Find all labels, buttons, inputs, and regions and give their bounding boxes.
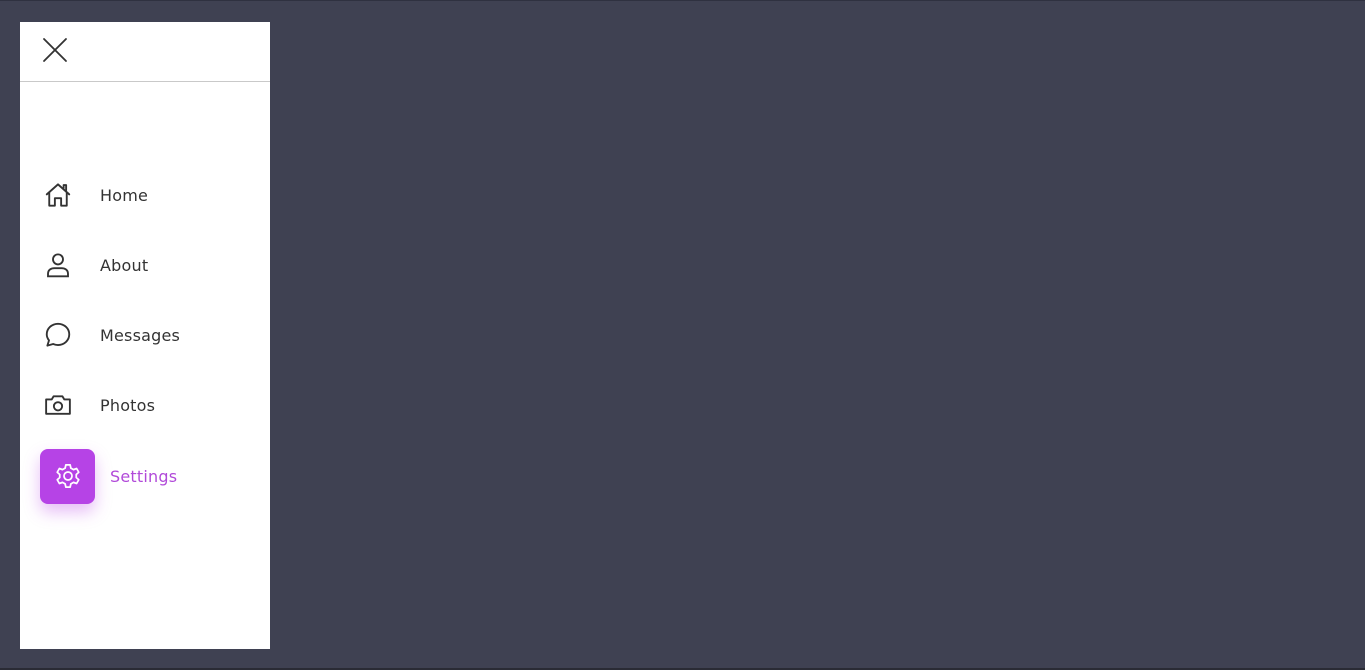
sidebar-item-label: Home	[100, 185, 149, 205]
sidebar-item-label: About	[100, 255, 149, 275]
close-button[interactable]	[40, 37, 70, 67]
sidebar-item-home[interactable]: Home	[40, 167, 250, 223]
user-icon	[40, 247, 76, 283]
page: Home About Messages Photos Settings	[0, 0, 1365, 670]
chat-icon	[40, 317, 76, 353]
sidebar-item-label: Messages	[100, 325, 181, 345]
camera-icon	[40, 387, 76, 423]
sidebar: Home About Messages Photos Settings	[20, 22, 270, 649]
home-icon	[40, 177, 76, 213]
gear-icon	[53, 461, 83, 491]
sidebar-item-photos[interactable]: Photos	[40, 377, 250, 433]
sidebar-item-messages[interactable]: Messages	[40, 307, 250, 363]
sidebar-item-label: Settings	[110, 466, 178, 486]
sidebar-item-about[interactable]: About	[40, 237, 250, 293]
close-icon	[42, 37, 68, 67]
sidebar-item-settings[interactable]: Settings	[40, 448, 250, 504]
sidebar-item-label: Photos	[100, 395, 156, 415]
sidebar-header	[20, 22, 270, 82]
settings-icon-tile	[40, 448, 95, 504]
